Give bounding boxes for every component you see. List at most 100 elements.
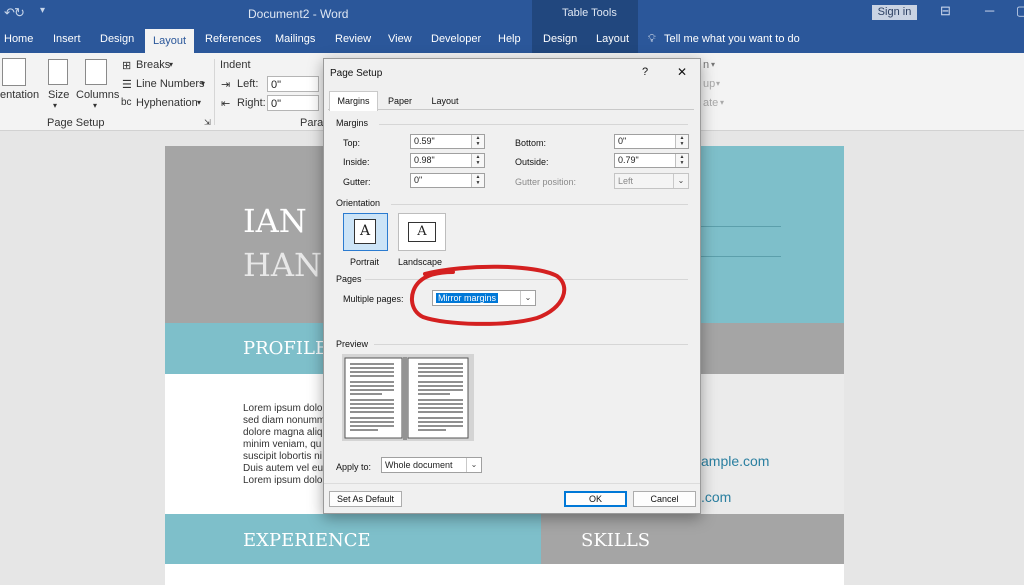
group-divider: [214, 59, 215, 125]
gutter-position-select: Left ⌄: [614, 173, 689, 189]
spinner-arrows-icon[interactable]: ▲ ▼: [471, 174, 484, 187]
line-numbers-button[interactable]: Line Numbers: [136, 78, 204, 90]
portrait-label: Portrait: [350, 257, 380, 267]
hyphenation-dropdown-icon[interactable]: ▾: [197, 98, 201, 107]
gutter-position-value: Left: [618, 176, 634, 186]
tab-design[interactable]: Design: [100, 33, 134, 45]
columns-button[interactable]: Columns: [76, 89, 119, 101]
tab-paper[interactable]: Paper: [381, 92, 419, 110]
profile-heading: PROFILE: [243, 338, 329, 359]
tab-table-layout[interactable]: Layout: [596, 33, 629, 45]
indent-left-label: Left:: [237, 78, 259, 90]
gutter-input[interactable]: 0" ▲ ▼: [410, 173, 485, 188]
skills-heading: SKILLS: [581, 530, 651, 551]
indent-right-label: Right:: [237, 97, 266, 109]
orientation-icon[interactable]: [2, 58, 26, 86]
red-annotation-circle: [410, 264, 567, 326]
minimize-icon[interactable]: ─: [985, 3, 994, 18]
bottom-margin-value: 0": [618, 136, 627, 146]
margins-section-line: [379, 124, 688, 125]
size-button[interactable]: Size: [48, 89, 69, 101]
profile-text-line: Lorem ipsum dolo: [243, 475, 323, 486]
title-bar: ↶ ↻ ▾ Document2 - Word Table Tools Sign …: [0, 0, 1024, 53]
line-numbers-dropdown-icon[interactable]: ▾: [201, 79, 205, 88]
tab-view[interactable]: View: [388, 33, 412, 45]
top-margin-value: 0.59": [414, 136, 435, 146]
bottom-margin-input[interactable]: 0" ▲ ▼: [614, 134, 689, 149]
sign-in-button[interactable]: Sign in: [872, 5, 917, 20]
tab-review[interactable]: Review: [335, 33, 371, 45]
tab-home[interactable]: Home: [4, 33, 33, 45]
spinner-arrows-icon[interactable]: ▲ ▼: [471, 154, 484, 167]
close-button[interactable]: ✕: [677, 65, 687, 79]
bottom-label: Bottom:: [515, 138, 547, 148]
tab-help[interactable]: Help: [498, 33, 521, 45]
arrange-cut-arrow-2: ▾: [716, 79, 721, 88]
outside-margin-input[interactable]: 0.79" ▲ ▼: [614, 153, 689, 168]
arrange-cut-arrow-1: ▾: [711, 60, 716, 69]
document-title: Document2 - Word: [248, 7, 349, 21]
tell-me-search[interactable]: Tell me what you want to do: [664, 33, 800, 45]
chevron-down-icon[interactable]: ⌄: [466, 458, 481, 472]
tab-insert[interactable]: Insert: [53, 33, 81, 45]
spinner-arrows-icon[interactable]: ▲ ▼: [471, 135, 484, 148]
apply-to-select[interactable]: Whole document ⌄: [381, 457, 482, 473]
indent-heading: Indent: [220, 59, 251, 71]
page-setup-launcher-icon[interactable]: ⇲: [204, 118, 211, 127]
inside-margin-value: 0.98": [414, 155, 435, 165]
top-label: Top:: [343, 138, 361, 148]
spinner-arrows-icon[interactable]: ▲ ▼: [675, 135, 688, 148]
preview-section-line: [374, 344, 688, 345]
tab-references[interactable]: References: [205, 33, 261, 45]
size-dropdown-icon[interactable]: ▾: [53, 101, 57, 110]
gutter-value: 0": [414, 175, 423, 185]
hyphenation-button[interactable]: Hyphenation: [136, 97, 198, 109]
help-button[interactable]: ?: [642, 66, 648, 78]
preview-pane: [342, 354, 474, 441]
indent-left-input[interactable]: 0": [267, 76, 319, 92]
portrait-page-icon: A: [354, 219, 376, 244]
columns-icon[interactable]: [85, 59, 107, 85]
tab-margins[interactable]: Margins: [329, 91, 378, 111]
inside-label: Inside:: [343, 157, 370, 167]
cancel-button[interactable]: Cancel: [633, 491, 696, 507]
redo-icon[interactable]: ↻: [14, 5, 25, 21]
tab-layout[interactable]: Layout: [145, 29, 194, 53]
breaks-button[interactable]: Breaks: [136, 59, 170, 71]
spinner-arrows-icon[interactable]: ▲ ▼: [675, 154, 688, 167]
orientation-section-label: Orientation: [336, 198, 381, 208]
email-link[interactable]: ample.com: [701, 453, 769, 469]
inside-margin-input[interactable]: 0.98" ▲ ▼: [410, 153, 485, 168]
pages-section-label: Pages: [336, 274, 362, 284]
arrange-cut-label-3: ate: [703, 97, 719, 109]
top-margin-input[interactable]: 0.59" ▲ ▼: [410, 134, 485, 149]
indent-right-input[interactable]: 0": [267, 95, 319, 111]
columns-dropdown-icon[interactable]: ▾: [93, 101, 97, 110]
customize-qat-icon[interactable]: ▾: [40, 5, 45, 16]
landscape-option[interactable]: A: [398, 213, 446, 251]
line-numbers-icon: ☰: [122, 79, 132, 91]
outside-label: Outside:: [515, 157, 549, 167]
hyphenation-icon: bc: [121, 97, 132, 108]
maximize-icon[interactable]: ▢: [1016, 3, 1024, 19]
tab-layout[interactable]: Layout: [424, 92, 466, 110]
orientation-button[interactable]: entation: [0, 89, 39, 101]
website-link[interactable]: .com: [701, 489, 731, 505]
tab-developer[interactable]: Developer: [431, 33, 481, 45]
ribbon-display-icon[interactable]: ⊟: [940, 3, 951, 19]
apply-to-value: Whole document: [385, 460, 453, 470]
profile-text-line: minim veniam, qu: [243, 439, 322, 450]
ok-button[interactable]: OK: [564, 491, 627, 507]
portrait-option[interactable]: A: [343, 213, 388, 251]
mirror-margins-preview-icon: [344, 357, 469, 440]
set-as-default-button[interactable]: Set As Default: [329, 491, 402, 507]
breaks-dropdown-icon[interactable]: ▾: [169, 60, 173, 69]
profile-text-line: sed diam nonumm: [243, 415, 326, 426]
multiple-pages-label: Multiple pages:: [343, 294, 404, 304]
lightbulb-icon: 💡︎: [648, 33, 656, 45]
size-icon[interactable]: [48, 59, 68, 85]
tab-table-design[interactable]: Design: [543, 33, 577, 45]
name-last: HAN: [243, 246, 323, 284]
header-rule-2: [701, 256, 781, 257]
tab-mailings[interactable]: Mailings: [275, 33, 315, 45]
